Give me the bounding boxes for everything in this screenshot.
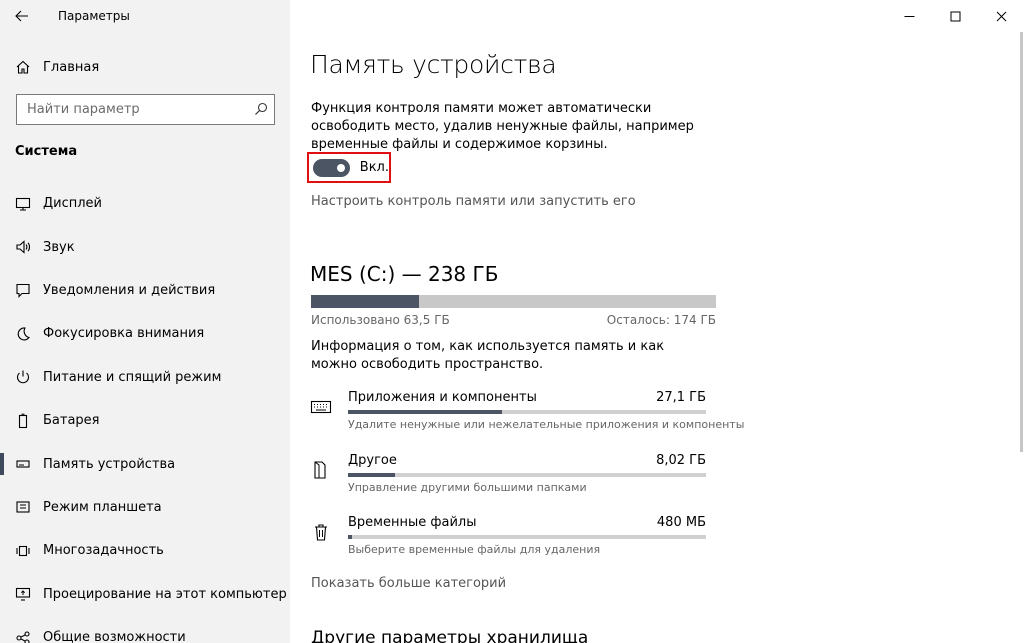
nav-item-power[interactable]: Питание и спящий режим bbox=[0, 356, 290, 399]
category-bar bbox=[348, 535, 706, 539]
close-icon bbox=[996, 11, 1006, 21]
minimize-icon bbox=[904, 15, 914, 17]
category-bar bbox=[348, 410, 706, 414]
nav-list: Дисплей Звук Уведомления и действия Фоку… bbox=[0, 182, 290, 643]
shared-icon bbox=[15, 630, 31, 643]
drive-usage-bar bbox=[311, 295, 716, 308]
drive-title: MES (C:) — 238 ГБ bbox=[310, 262, 499, 286]
title-bar-left: Параметры bbox=[0, 0, 290, 32]
nav-item-label: Память устройства bbox=[43, 456, 176, 472]
drive-usage-bar-fill bbox=[311, 295, 420, 308]
nav-item-display[interactable]: Дисплей bbox=[0, 182, 290, 225]
drive-free-label: Осталось: 174 ГБ bbox=[606, 313, 716, 327]
power-icon bbox=[15, 369, 31, 385]
tablet-icon bbox=[15, 499, 31, 515]
page-title: Память устройства bbox=[310, 50, 557, 79]
back-button[interactable] bbox=[0, 0, 44, 32]
category-temp-files[interactable]: Временные файлы 480 МБ Выберите временны… bbox=[310, 515, 716, 565]
nav-home-label: Главная bbox=[43, 59, 100, 75]
nav-item-battery[interactable]: Батарея bbox=[0, 399, 290, 442]
nav-item-label: Многозадачность bbox=[43, 543, 164, 559]
storage-icon bbox=[15, 456, 31, 472]
nav-item-label: Дисплей bbox=[43, 196, 103, 212]
home-icon bbox=[15, 59, 31, 75]
folder-icon bbox=[310, 459, 332, 481]
nav-home[interactable]: Главная bbox=[0, 50, 290, 84]
category-other[interactable]: Другое 8,02 ГБ Управление другими больши… bbox=[310, 453, 716, 503]
display-icon bbox=[15, 196, 31, 212]
nav-item-label: Батарея bbox=[43, 413, 100, 429]
category-size: 8,02 ГБ bbox=[656, 453, 706, 468]
category-subtitle: Удалите ненужные или нежелательные прило… bbox=[348, 418, 745, 431]
nav-item-label: Проецирование на этот компьютер bbox=[43, 586, 287, 602]
multitask-icon bbox=[15, 543, 31, 559]
storage-sense-toggle[interactable] bbox=[313, 158, 350, 177]
nav-item-multitasking[interactable]: Многозадачность bbox=[0, 529, 290, 572]
nav-item-shared-experiences[interactable]: Общие возможности bbox=[0, 616, 290, 643]
nav-item-projecting[interactable]: Проецирование на этот компьютер bbox=[0, 573, 290, 616]
close-button[interactable] bbox=[978, 0, 1024, 32]
storage-sense-toggle-highlight: Вкл. bbox=[307, 152, 391, 183]
nav-item-label: Питание и спящий режим bbox=[43, 369, 222, 385]
app-title: Параметры bbox=[58, 9, 130, 23]
other-storage-settings-title: Другие параметры хранилища bbox=[311, 628, 589, 643]
category-subtitle: Управление другими большими папками bbox=[348, 481, 587, 494]
category-bar-fill bbox=[348, 410, 502, 414]
scrollbar[interactable] bbox=[1020, 32, 1023, 452]
category-name: Приложения и компоненты bbox=[348, 390, 537, 405]
notification-icon bbox=[15, 282, 31, 299]
section-title: Система bbox=[15, 144, 78, 159]
minimize-button[interactable] bbox=[886, 0, 932, 32]
nav-item-label: Режим планшета bbox=[43, 499, 162, 515]
category-name: Временные файлы bbox=[348, 515, 477, 530]
configure-storage-sense-link[interactable]: Настроить контроль памяти или запустить … bbox=[311, 194, 636, 209]
search-input[interactable] bbox=[17, 95, 247, 123]
back-arrow-icon bbox=[15, 10, 28, 22]
category-name: Другое bbox=[348, 453, 397, 468]
maximize-icon bbox=[950, 11, 960, 21]
trash-icon bbox=[310, 521, 332, 543]
search-box[interactable] bbox=[16, 94, 275, 125]
category-apps[interactable]: Приложения и компоненты 27,1 ГБ Удалите … bbox=[310, 390, 744, 440]
content-pane: Память устройства Функция контроля памят… bbox=[290, 0, 1024, 643]
storage-sense-description: Функция контроля памяти может автоматиче… bbox=[311, 101, 694, 152]
category-bar-fill bbox=[348, 473, 395, 477]
category-subtitle: Выберите временные файлы для удаления bbox=[348, 543, 601, 556]
project-icon bbox=[15, 586, 31, 602]
nav-item-label: Фокусировка внимания bbox=[43, 326, 205, 342]
category-bar-fill bbox=[348, 535, 352, 539]
category-bar bbox=[348, 473, 706, 477]
window-controls bbox=[886, 0, 1024, 32]
speaker-icon bbox=[15, 239, 31, 255]
category-size: 27,1 ГБ bbox=[656, 390, 706, 405]
search-icon bbox=[255, 102, 268, 115]
show-more-categories-link[interactable]: Показать больше категорий bbox=[311, 576, 506, 591]
navigation-pane: Параметры Главная Система Дисплей Звук У… bbox=[0, 0, 290, 643]
keyboard-icon bbox=[310, 396, 332, 418]
battery-icon bbox=[15, 413, 31, 429]
nav-item-focus-assist[interactable]: Фокусировка внимания bbox=[0, 312, 290, 355]
nav-item-label: Общие возможности bbox=[43, 630, 186, 643]
nav-item-sound[interactable]: Звук bbox=[0, 225, 290, 268]
nav-item-notifications[interactable]: Уведомления и действия bbox=[0, 269, 290, 312]
category-size: 480 МБ bbox=[656, 515, 706, 530]
nav-item-label: Уведомления и действия bbox=[43, 282, 216, 298]
nav-item-label: Звук bbox=[43, 239, 75, 255]
moon-icon bbox=[15, 326, 31, 342]
toggle-state-label: Вкл. bbox=[359, 160, 389, 175]
maximize-button[interactable] bbox=[932, 0, 978, 32]
toggle-knob bbox=[336, 163, 345, 172]
nav-item-tablet[interactable]: Режим планшета bbox=[0, 486, 290, 529]
nav-item-storage[interactable]: Память устройства bbox=[0, 442, 290, 485]
storage-info-text: Информация о том, как используется памят… bbox=[311, 339, 665, 372]
